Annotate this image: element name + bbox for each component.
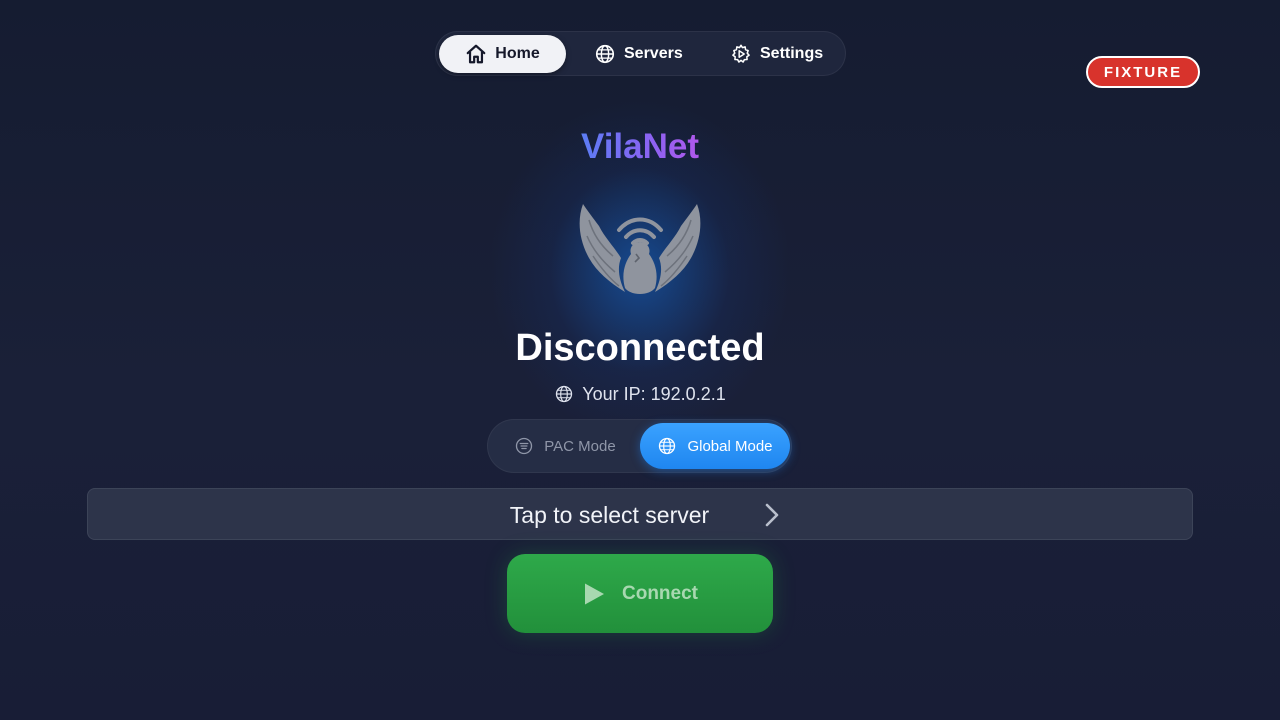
fixture-badge: FIXTURE [1086,56,1200,88]
global-mode-label: Global Mode [687,437,773,455]
tab-home-label: Home [495,45,540,62]
app-screen: Home Servers Settings FIXTURE VilaNet Di… [0,0,1280,720]
server-select-button[interactable]: Tap to select server [87,488,1193,540]
tab-servers[interactable]: Servers [576,35,701,73]
home-icon [466,44,486,64]
proxy-mode-toggle: PAC Mode Global Mode [487,419,792,473]
list-circle-icon [516,437,533,455]
ip-address-row: Your IP: 192.0.2.1 [490,381,790,407]
pac-mode-button[interactable]: PAC Mode [492,423,638,469]
connection-status: Disconnected [515,327,765,369]
connect-label: Connect [622,582,698,604]
global-mode-button[interactable]: Global Mode [640,423,790,469]
top-nav: Home Servers Settings [435,31,846,76]
chevron-right-icon [765,503,779,527]
pac-mode-label: PAC Mode [544,437,616,455]
connect-button[interactable]: Connect [507,554,773,633]
play-icon [585,583,604,604]
tab-home[interactable]: Home [439,35,566,73]
server-select-label: Tap to select server [509,502,710,528]
globe-icon [595,44,615,64]
ip-address-text: Your IP: 192.0.2.1 [582,383,726,404]
globe-icon [556,385,573,403]
tab-settings-label: Settings [760,45,824,62]
tab-settings[interactable]: Settings [712,35,841,73]
app-brand-title: VilaNet [540,124,740,170]
globe-icon [659,437,676,455]
gear-icon [732,44,750,63]
winged-signal-logo [579,204,701,294]
tab-servers-label: Servers [624,45,683,62]
